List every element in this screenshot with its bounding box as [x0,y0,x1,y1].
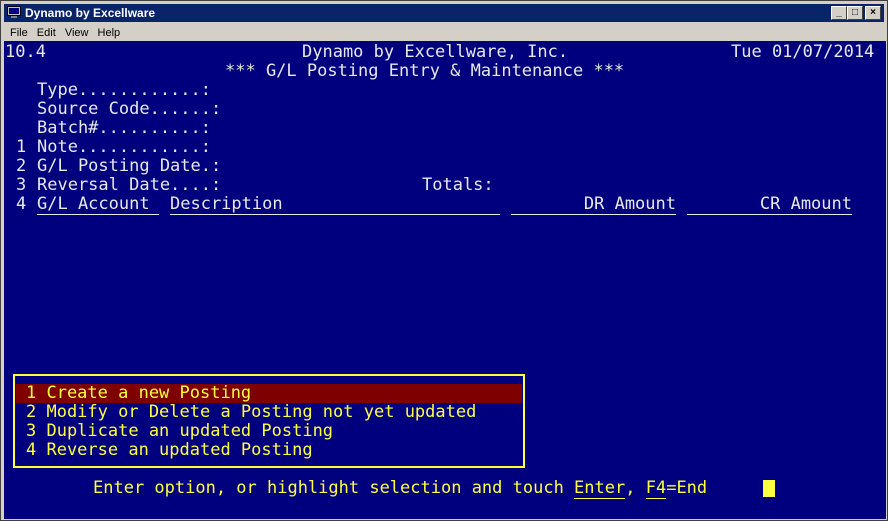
type-field-label: Type............: [37,80,211,100]
app-window: Dynamo by Excellware _ □ × File Edit Vie… [0,0,888,521]
menu-file[interactable]: File [10,24,28,42]
f4-key-hint: F4 [645,478,667,499]
column-header-dr-amount: DR Amount [511,195,676,215]
enter-key-hint: Enter [574,478,626,499]
column-header-description: Description [170,195,500,215]
prompt-text: Enter option, or highlight selection and… [93,478,575,498]
column-header-cr-amount: CR Amount [687,195,852,215]
grid-field-number: 4 [16,194,27,214]
menu-bar: File Edit View Help [4,24,884,42]
close-button[interactable]: × [865,6,881,20]
terminal-screen[interactable]: 10.4 Dynamo by Excellware, Inc. Tue 01/0… [4,41,886,519]
window-title: Dynamo by Excellware [25,6,156,20]
source-code-field-label: Source Code......: [37,99,222,119]
current-date: Tue 01/07/2014 [731,42,875,62]
version-label: 10.4 [5,42,46,62]
reversal-date-field-label: Reversal Date....: [37,175,222,195]
menu-view[interactable]: View [65,24,89,42]
menu-help[interactable]: Help [98,24,121,42]
note-field-number: 1 [16,137,27,157]
maximize-button[interactable]: □ [847,6,863,20]
title-bar[interactable]: Dynamo by Excellware _ □ × [4,4,884,22]
menu-edit[interactable]: Edit [37,24,56,42]
batch-field-label: Batch#..........: [37,118,211,138]
page-title: *** G/L Posting Entry & Maintenance *** [225,61,625,81]
column-header-gl-account: G/L Account [37,195,159,215]
option-create-posting[interactable]: 1 Create a new Posting [26,384,251,403]
app-icon [7,6,21,18]
prompt-separator: , [625,478,646,498]
prompt-line: Enter option, or highlight selection and… [93,478,708,499]
option-duplicate-posting[interactable]: 3 Duplicate an updated Posting [26,422,333,441]
end-hint: =End [666,478,708,498]
reversal-date-field-number: 3 [16,175,27,195]
note-field-label: Note............: [37,137,211,157]
posting-date-field-label: G/L Posting Date.: [37,156,222,176]
company-name: Dynamo by Excellware, Inc. [302,42,569,62]
minimize-button[interactable]: _ [831,6,847,20]
option-reverse-posting[interactable]: 4 Reverse an updated Posting [26,441,313,460]
text-cursor [763,480,775,497]
posting-date-field-number: 2 [16,156,27,176]
option-modify-delete-posting[interactable]: 2 Modify or Delete a Posting not yet upd… [26,403,476,422]
totals-label: Totals: [422,175,494,195]
